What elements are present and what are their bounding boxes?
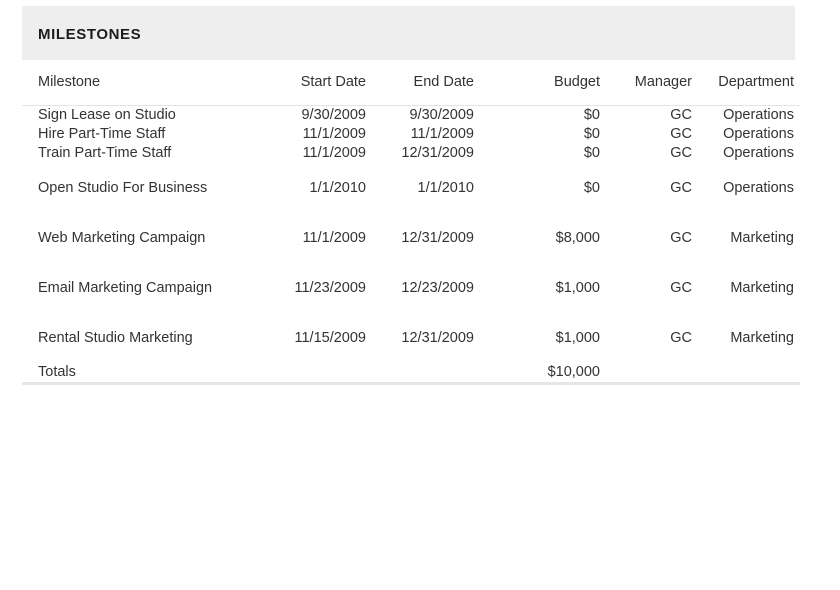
column-header-end-date[interactable]: End Date	[366, 60, 474, 106]
totals-end-date	[366, 363, 474, 384]
cell-budget: $1,000	[555, 280, 600, 296]
table-row[interactable]: Open Studio For Business 1/1/2010 1/1/20…	[22, 163, 800, 213]
cell-milestone: Hire Part-Time Staff	[38, 126, 166, 142]
cell-department: Operations	[723, 145, 794, 161]
cell-start-date: 1/1/2010	[309, 180, 366, 196]
milestones-table: Milestone Start Date End Date Budget Man…	[22, 60, 800, 385]
cell-milestone: Train Part-Time Staff	[38, 145, 172, 161]
cell-manager: GC	[670, 180, 692, 196]
totals-row: Totals $10,000	[22, 363, 800, 384]
table-row[interactable]: Train Part-Time Staff 11/1/2009 12/31/20…	[22, 144, 800, 163]
totals-budget: $10,000	[547, 364, 600, 380]
totals-start-date	[254, 363, 366, 384]
cell-milestone: Open Studio For Business	[38, 180, 208, 196]
table-row[interactable]: Email Marketing Campaign 11/23/2009 12/2…	[22, 263, 800, 313]
cell-start-date: 9/30/2009	[301, 107, 366, 123]
cell-department: Marketing	[730, 330, 794, 346]
cell-manager: GC	[670, 107, 692, 123]
cell-end-date: 12/31/2009	[401, 330, 474, 346]
cell-milestone: Sign Lease on Studio	[38, 107, 176, 123]
cell-department: Operations	[723, 180, 794, 196]
totals-manager	[600, 363, 692, 384]
cell-budget: $0	[583, 107, 600, 123]
cell-start-date: 11/23/2009	[294, 280, 367, 296]
cell-end-date: 12/23/2009	[401, 280, 474, 296]
cell-end-date: 11/1/2009	[410, 126, 474, 142]
column-header-milestone[interactable]: Milestone	[22, 60, 254, 106]
column-header-start-date[interactable]: Start Date	[254, 60, 366, 106]
cell-start-date: 11/1/2009	[302, 126, 366, 142]
cell-start-date: 11/1/2009	[302, 145, 366, 161]
column-header-budget[interactable]: Budget	[474, 60, 600, 106]
cell-manager: GC	[670, 280, 692, 296]
cell-milestone: Web Marketing Campaign	[38, 230, 206, 246]
cell-end-date: 12/31/2009	[401, 230, 474, 246]
cell-milestone: Rental Studio Marketing	[38, 330, 193, 346]
table-header: Milestone Start Date End Date Budget Man…	[22, 60, 800, 106]
cell-budget: $0	[583, 180, 600, 196]
totals-label: Totals	[38, 364, 76, 380]
table-footer: Totals $10,000	[22, 363, 800, 384]
cell-budget: $1,000	[555, 330, 600, 346]
section-header: MILESTONES	[22, 8, 795, 60]
cell-budget: $0	[583, 145, 600, 161]
cell-department: Operations	[723, 107, 794, 123]
column-header-manager[interactable]: Manager	[600, 60, 692, 106]
table-row[interactable]: Sign Lease on Studio 9/30/2009 9/30/2009…	[22, 106, 800, 126]
cell-manager: GC	[670, 145, 692, 161]
totals-department	[692, 363, 800, 384]
cell-manager: GC	[670, 126, 692, 142]
milestones-document: MILESTONES Milestone Start Date End Date…	[0, 0, 840, 590]
table-header-row: Milestone Start Date End Date Budget Man…	[22, 60, 800, 106]
cell-department: Operations	[723, 126, 794, 142]
cell-end-date: 1/1/2010	[417, 180, 474, 196]
cell-start-date: 11/1/2009	[302, 230, 366, 246]
cell-manager: GC	[670, 330, 692, 346]
page-title: MILESTONES	[38, 25, 142, 43]
cell-department: Marketing	[730, 280, 794, 296]
table-row[interactable]: Web Marketing Campaign 11/1/2009 12/31/2…	[22, 213, 800, 263]
cell-end-date: 9/30/2009	[409, 107, 474, 123]
table-body: Sign Lease on Studio 9/30/2009 9/30/2009…	[22, 106, 800, 364]
column-header-department[interactable]: Department	[692, 60, 800, 106]
cell-budget: $8,000	[555, 230, 600, 246]
table-row[interactable]: Rental Studio Marketing 11/15/2009 12/31…	[22, 313, 800, 363]
cell-start-date: 11/15/2009	[294, 330, 367, 346]
cell-manager: GC	[670, 230, 692, 246]
cell-end-date: 12/31/2009	[401, 145, 474, 161]
cell-milestone: Email Marketing Campaign	[38, 280, 213, 296]
milestones-panel: MILESTONES Milestone Start Date End Date…	[22, 8, 800, 385]
table-row[interactable]: Hire Part-Time Staff 11/1/2009 11/1/2009…	[22, 125, 800, 144]
cell-budget: $0	[583, 126, 600, 142]
cell-department: Marketing	[730, 230, 794, 246]
